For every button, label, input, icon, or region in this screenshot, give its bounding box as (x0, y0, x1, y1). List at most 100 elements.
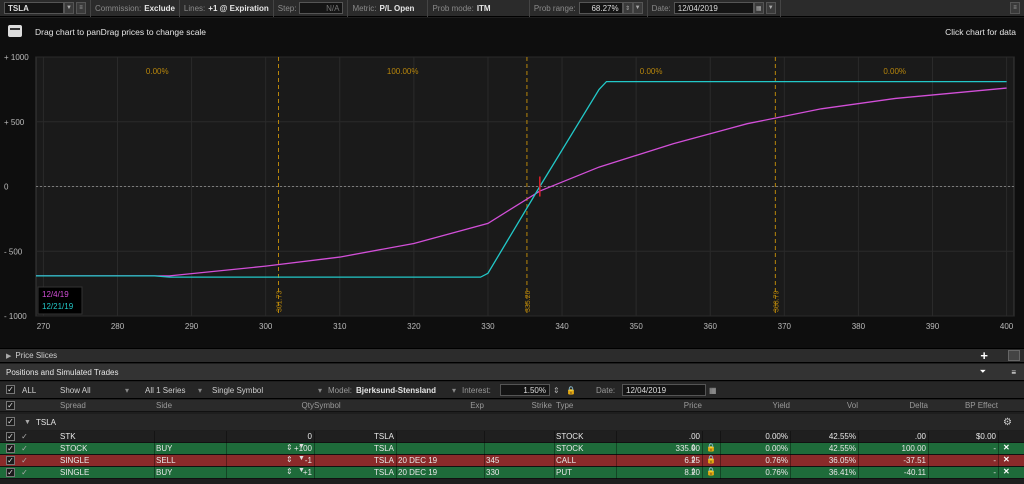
interest-input[interactable]: 1.50% (500, 384, 550, 396)
chevron-down-icon[interactable]: ▾ (452, 386, 456, 395)
cell-bp[interactable]: - (928, 443, 998, 454)
cell-symbol[interactable]: TSLA (314, 455, 396, 466)
probmode-value[interactable]: ITM (477, 4, 525, 13)
positions-section[interactable]: Positions and Simulated Trades ⏷ ≡ (0, 364, 1024, 381)
col-price[interactable]: Price (620, 400, 702, 411)
cell-delta[interactable]: -37.51 (858, 455, 928, 466)
metric-control[interactable]: Metric: P/L Open (348, 0, 429, 17)
col-vol[interactable]: Vol (790, 400, 858, 411)
model-dropdown[interactable]: Bjerksund-Stensland (356, 386, 436, 395)
cell-symbol[interactable]: TSLA (314, 467, 396, 478)
chevron-down-icon[interactable]: ▾ (198, 386, 202, 395)
close-icon[interactable]: ✕ (1003, 455, 1010, 464)
col-qty[interactable]: Qty (226, 400, 314, 411)
commission-control[interactable]: Commission: Exclude (91, 0, 180, 17)
cell-side[interactable]: SELL (156, 455, 176, 466)
cell-vol[interactable]: 36.05% (790, 455, 858, 466)
collapse-icon[interactable]: ⏷ (980, 367, 986, 377)
cell-bp[interactable]: - (928, 467, 998, 478)
cell-strike[interactable]: 330 (486, 467, 554, 478)
show-all-dropdown[interactable]: Show All (60, 386, 91, 395)
risk-profile-chart[interactable]: Drag chart to panDrag prices to change s… (0, 18, 1024, 348)
lines-value[interactable]: +1 @ Expiration (208, 4, 268, 13)
col-exp[interactable]: Exp (396, 400, 484, 411)
cell-spread[interactable]: SINGLE (60, 467, 89, 478)
spinner-icon[interactable]: ⇕ (286, 443, 293, 452)
row-checkbox[interactable]: ✓ (6, 444, 15, 453)
col-type[interactable]: Type (556, 400, 573, 411)
symbol-mode-dropdown[interactable]: Single Symbol (212, 386, 263, 395)
cell-yield[interactable]: 0.76% (720, 467, 790, 478)
chevron-down-icon[interactable]: ▼ (765, 2, 776, 14)
price-slices-section[interactable]: ▶ Price Slices + (0, 348, 1024, 363)
series-dropdown[interactable]: All 1 Series (145, 386, 185, 395)
gear-icon[interactable]: ⚙ (1003, 417, 1012, 428)
spinner-icon[interactable]: ⇕ (286, 455, 293, 464)
cell-side[interactable]: BUY (156, 443, 172, 454)
chevron-down-icon[interactable]: ▼ (298, 467, 305, 474)
cell-side[interactable]: BUY (156, 467, 172, 478)
col-delta[interactable]: Delta (858, 400, 928, 411)
collapse-icon[interactable]: ▼ (24, 419, 31, 426)
step-control[interactable]: Step: N/A (274, 0, 349, 17)
cell-delta[interactable]: .00 (858, 431, 928, 442)
chevron-down-icon[interactable]: ▼ (632, 2, 643, 14)
lock-icon[interactable]: 🔒 (706, 455, 716, 464)
positions-title[interactable]: Positions and Simulated Trades (6, 368, 119, 377)
table-row[interactable]: ✓ ✓ STOCK BUY +100 TSLA STOCK 335.00 0.00% 42.55%… (0, 443, 1024, 455)
cell-strike[interactable] (486, 431, 554, 442)
col-side[interactable]: Side (156, 400, 172, 411)
cell-type[interactable]: STOCK (556, 431, 616, 442)
row-select-icon[interactable]: ✓ (20, 456, 29, 465)
spinner-icon[interactable]: ⇕ (622, 2, 633, 14)
menu-icon[interactable]: ≡ (1011, 368, 1016, 377)
scrollbar-handle[interactable] (1008, 350, 1020, 361)
lines-control[interactable]: Lines: +1 @ Expiration (180, 0, 274, 17)
chart-svg[interactable]: + 1000 + 500 0 - 500 - 1000 270 280 290 300 310 32… (0, 18, 1024, 348)
cell-price[interactable]: .00 (620, 431, 702, 442)
cell-exp[interactable] (398, 443, 486, 454)
lock-icon[interactable]: 🔒 (706, 443, 716, 452)
header-checkbox[interactable]: ✓ (6, 401, 15, 410)
expand-icon[interactable]: ▶ (6, 352, 11, 360)
group-checkbox[interactable]: ✓ (6, 417, 15, 426)
probrange-input[interactable]: 68.27% (578, 2, 623, 14)
symbol-selector[interactable]: TSLA ▼ ≡ (0, 0, 91, 17)
row-checkbox[interactable]: ✓ (6, 468, 15, 477)
cell-spread[interactable]: STOCK (60, 443, 87, 454)
cell-delta[interactable]: 100.00 (858, 443, 928, 454)
cell-exp[interactable]: 20 DEC 19 (398, 455, 486, 466)
cell-strike[interactable]: 345 (486, 455, 554, 466)
col-strike[interactable]: Strike (484, 400, 552, 411)
cell-vol[interactable]: 42.55% (790, 431, 858, 442)
step-input[interactable]: N/A (299, 2, 344, 14)
col-symbol[interactable]: Symbol (314, 400, 341, 411)
cell-qty[interactable]: 0 (226, 431, 314, 442)
cell-vol[interactable]: 36.41% (790, 467, 858, 478)
menu-icon[interactable]: ≡ (1010, 2, 1020, 14)
cell-symbol[interactable]: TSLA (314, 443, 396, 454)
date-input[interactable]: 12/04/2019 (622, 384, 706, 396)
cell-exp[interactable]: 20 DEC 19 (398, 467, 486, 478)
spinner-icon[interactable]: ⇕ (690, 467, 697, 476)
cell-spread[interactable]: SINGLE (60, 455, 89, 466)
cell-delta[interactable]: -40.11 (858, 467, 928, 478)
calendar-icon[interactable]: ▦ (709, 386, 717, 395)
row-select-icon[interactable]: ✓ (20, 468, 29, 477)
spinner-icon[interactable]: ⇕ (553, 386, 560, 395)
table-row[interactable]: ✓ ✓ STK 0 TSLA STOCK .00 0.00% 42.55% .00 $0.00 (0, 431, 1024, 443)
probrange-control[interactable]: Prob range: 68.27% ⇕ ▼ (530, 0, 648, 17)
row-checkbox[interactable]: ✓ (6, 456, 15, 465)
col-spread[interactable]: Spread (60, 400, 86, 411)
cell-bp[interactable]: $0.00 (928, 431, 998, 442)
settings-icon[interactable]: ≡ (76, 2, 86, 14)
price-slices-title[interactable]: Price Slices (15, 351, 57, 360)
group-row[interactable]: ✓ ▼ TSLA ⚙ (0, 414, 1024, 430)
lock-icon[interactable]: 🔒 (706, 467, 716, 476)
chevron-down-icon[interactable]: ▾ (318, 386, 322, 395)
cell-vol[interactable]: 42.55% (790, 443, 858, 454)
col-bp-effect[interactable]: BP Effect (928, 400, 998, 411)
cell-exp[interactable] (398, 431, 486, 442)
cell-spread[interactable]: STK (60, 431, 76, 442)
cell-yield[interactable]: 0.00% (720, 431, 790, 442)
